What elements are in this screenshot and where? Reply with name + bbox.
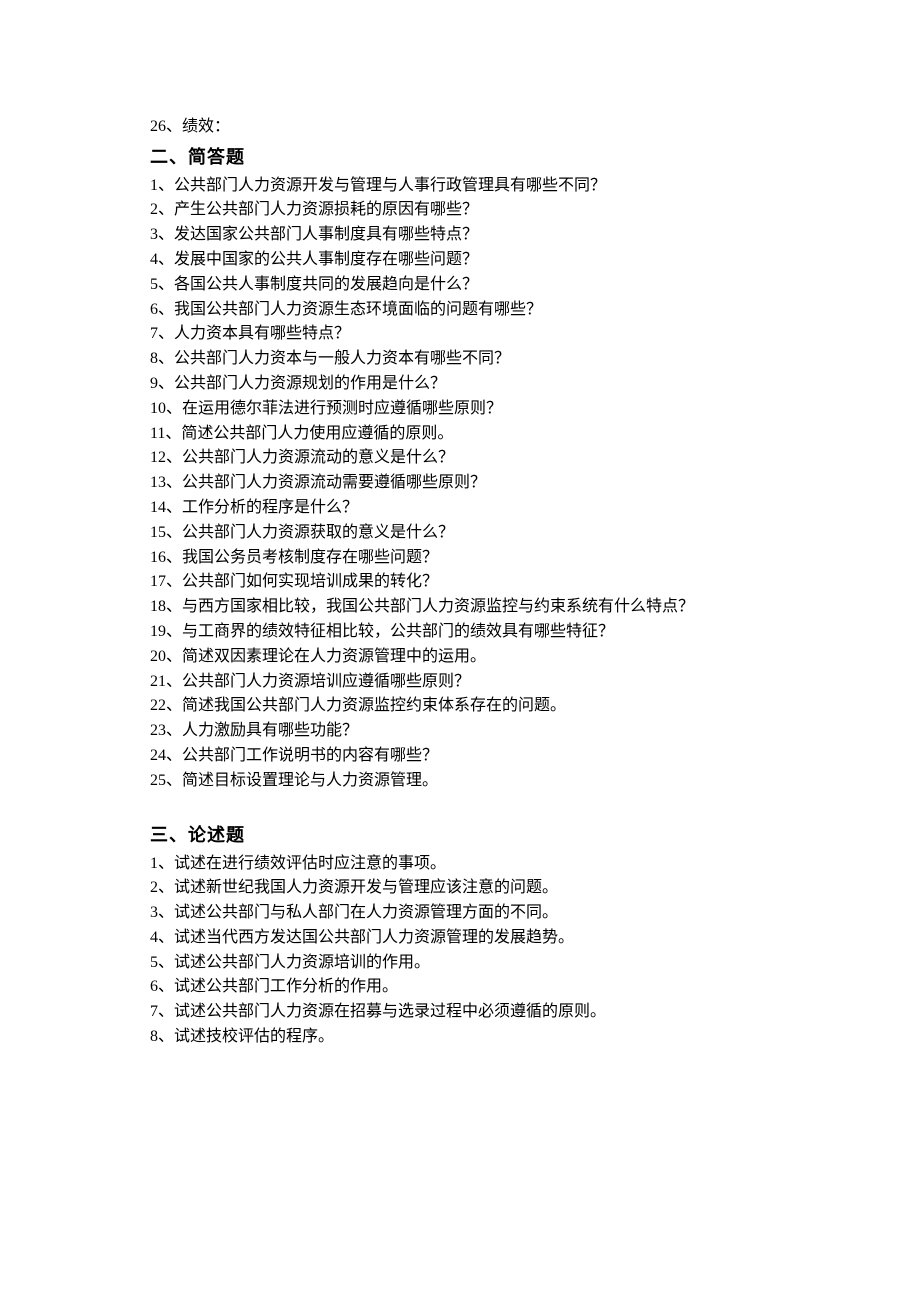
question-item: 16、我国公务员考核制度存在哪些问题？ [150,546,770,571]
question-item: 1、公共部门人力资源开发与管理与人事行政管理具有哪些不同？ [150,174,770,199]
question-item: 15、公共部门人力资源获取的意义是什么？ [150,521,770,546]
intro-item: 26、绩效： [150,115,770,140]
question-item: 22、简述我国公共部门人力资源监控约束体系存在的问题。 [150,694,770,719]
section2-heading: 二、简答题 [150,144,770,172]
section3-heading: 三、论述题 [150,822,770,850]
question-item: 17、公共部门如何实现培训成果的转化？ [150,570,770,595]
question-item: 7、试述公共部门人力资源在招募与选录过程中必须遵循的原则。 [150,1000,770,1025]
question-item: 3、试述公共部门与私人部门在人力资源管理方面的不同。 [150,901,770,926]
question-item: 24、公共部门工作说明书的内容有哪些？ [150,744,770,769]
question-item: 19、与工商界的绩效特征相比较，公共部门的绩效具有哪些特征？ [150,620,770,645]
question-item: 6、我国公共部门人力资源生态环境面临的问题有哪些？ [150,298,770,323]
question-item: 11、简述公共部门人力使用应遵循的原则。 [150,422,770,447]
question-item: 23、人力激励具有哪些功能？ [150,719,770,744]
question-item: 4、试述当代西方发达国公共部门人力资源管理的发展趋势。 [150,926,770,951]
question-item: 21、公共部门人力资源培训应遵循哪些原则？ [150,670,770,695]
section3-list: 1、试述在进行绩效评估时应注意的事项。2、试述新世纪我国人力资源开发与管理应该注… [150,852,770,1050]
question-item: 9、公共部门人力资源规划的作用是什么？ [150,372,770,397]
question-item: 12、公共部门人力资源流动的意义是什么？ [150,446,770,471]
question-item: 5、各国公共人事制度共同的发展趋向是什么？ [150,273,770,298]
question-item: 25、简述目标设置理论与人力资源管理。 [150,769,770,794]
question-item: 5、试述公共部门人力资源培训的作用。 [150,951,770,976]
question-item: 8、公共部门人力资本与一般人力资本有哪些不同？ [150,347,770,372]
question-item: 2、试述新世纪我国人力资源开发与管理应该注意的问题。 [150,876,770,901]
question-item: 18、与西方国家相比较，我国公共部门人力资源监控与约束系统有什么特点？ [150,595,770,620]
question-item: 20、简述双因素理论在人力资源管理中的运用。 [150,645,770,670]
question-item: 2、产生公共部门人力资源损耗的原因有哪些？ [150,198,770,223]
question-item: 13、公共部门人力资源流动需要遵循哪些原则？ [150,471,770,496]
question-item: 10、在运用德尔菲法进行预测时应遵循哪些原则？ [150,397,770,422]
question-item: 3、发达国家公共部门人事制度具有哪些特点？ [150,223,770,248]
question-item: 1、试述在进行绩效评估时应注意的事项。 [150,852,770,877]
question-item: 7、人力资本具有哪些特点？ [150,322,770,347]
question-item: 6、试述公共部门工作分析的作用。 [150,975,770,1000]
question-item: 14、工作分析的程序是什么？ [150,496,770,521]
question-item: 4、发展中国家的公共人事制度存在哪些问题？ [150,248,770,273]
section2-list: 1、公共部门人力资源开发与管理与人事行政管理具有哪些不同？2、产生公共部门人力资… [150,174,770,794]
question-item: 8、试述技校评估的程序。 [150,1025,770,1050]
section-gap [150,794,770,818]
